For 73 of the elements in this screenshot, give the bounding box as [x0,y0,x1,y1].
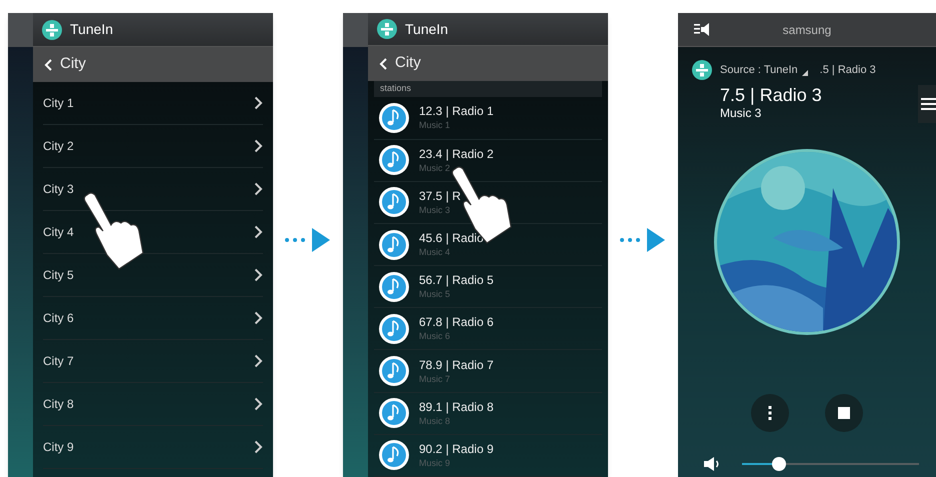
source-label: Source : TuneIn [720,62,798,78]
stop-button[interactable] [825,394,863,432]
station-subtitle: Music 5 [419,288,452,300]
station-item[interactable]: 78.9 | Radio 7 Music 7 [374,350,602,393]
chevron-icon [254,225,263,239]
logo-icon [692,60,712,80]
back-button[interactable]: City [44,53,86,76]
music-note-icon [378,144,410,176]
chevron-icon [254,397,263,411]
music-note-icon [378,397,410,430]
station-subtitle: Music 8 [419,414,452,427]
station-item[interactable]: 67.8 | Radio 6 Music 6 [374,308,602,350]
back-icon [379,58,387,70]
device-name: samsung [782,22,832,38]
music-note-icon [378,102,410,134]
logo-icon [377,19,397,40]
music-note-icon [378,186,410,218]
chevron-icon [254,440,263,454]
station-title: 78.9 | Radio 7 [419,358,494,373]
more-icon [768,406,772,420]
music-note-icon [378,228,410,260]
chevron-icon [254,182,263,196]
chevron-icon [254,268,263,282]
station-subtitle: Music 3 [720,106,762,120]
logo-icon [42,20,62,40]
menu-button[interactable] [918,85,936,123]
chevron-icon [254,96,263,110]
list-item[interactable]: City 9 [43,426,263,469]
station-title: 37.5 | R [419,188,461,204]
music-note-icon [378,355,410,388]
volume-slider[interactable] [742,457,919,471]
dotted-arrow-icon [619,227,667,253]
station-title: 23.4 | Radio 2 [419,146,494,162]
station-subtitle: Music 2 [419,162,452,174]
list-item[interactable]: City 8 [43,383,263,426]
app-title: TuneIn [70,20,114,39]
station-title: 12.3 | Radio 1 [419,104,494,120]
station-title: 89.1 | Radio 8 [419,400,494,415]
station-title: 45.6 | Radio [419,231,484,246]
chevron-icon [254,139,263,153]
slider-thumb[interactable] [772,457,786,471]
music-note-icon [378,270,410,303]
station-item[interactable]: 12.3 | Radio 1 Music 1 [374,97,602,140]
station-subtitle: Music 3 [419,204,452,216]
list-item[interactable]: City 2 [43,125,263,168]
mini-station-title: .5 | Radio 3 [820,62,876,78]
back-icon [44,58,52,70]
station-subtitle: Music 4 [419,246,452,258]
chevron-icon [254,354,263,368]
station-title: 90.2 | Radio 9 [419,442,494,457]
list-item[interactable]: City 1 [43,82,263,125]
section-header: stations [374,80,602,98]
station-item[interactable]: 90.2 | Radio 9 Music 9 [374,434,602,477]
station-item[interactable]: 56.7 | Radio 5 Music 5 [374,266,602,308]
station-item[interactable]: 89.1 | Radio 8 Music 8 [374,392,602,435]
music-note-icon [378,312,410,345]
list-item[interactable]: City 6 [43,297,263,340]
dropdown-icon [802,70,808,76]
station-subtitle: Music 9 [419,456,452,469]
station-title: 56.7 | Radio 5 [419,273,494,288]
dotted-arrow-icon [284,227,332,253]
back-button[interactable]: City [379,52,421,75]
app-title: TuneIn [405,20,448,39]
station-subtitle: Music 6 [419,330,452,342]
list-item[interactable]: City 7 [43,340,263,383]
music-note-icon [378,439,410,472]
stop-icon [838,407,850,419]
chevron-icon [254,311,263,325]
station-subtitle: Music 1 [419,119,452,132]
station-title: 67.8 | Radio 6 [419,315,494,330]
speaker-list-icon[interactable] [694,23,710,36]
station-subtitle: Music 7 [419,372,452,385]
station-title: 7.5 | Radio 3 [720,84,822,106]
